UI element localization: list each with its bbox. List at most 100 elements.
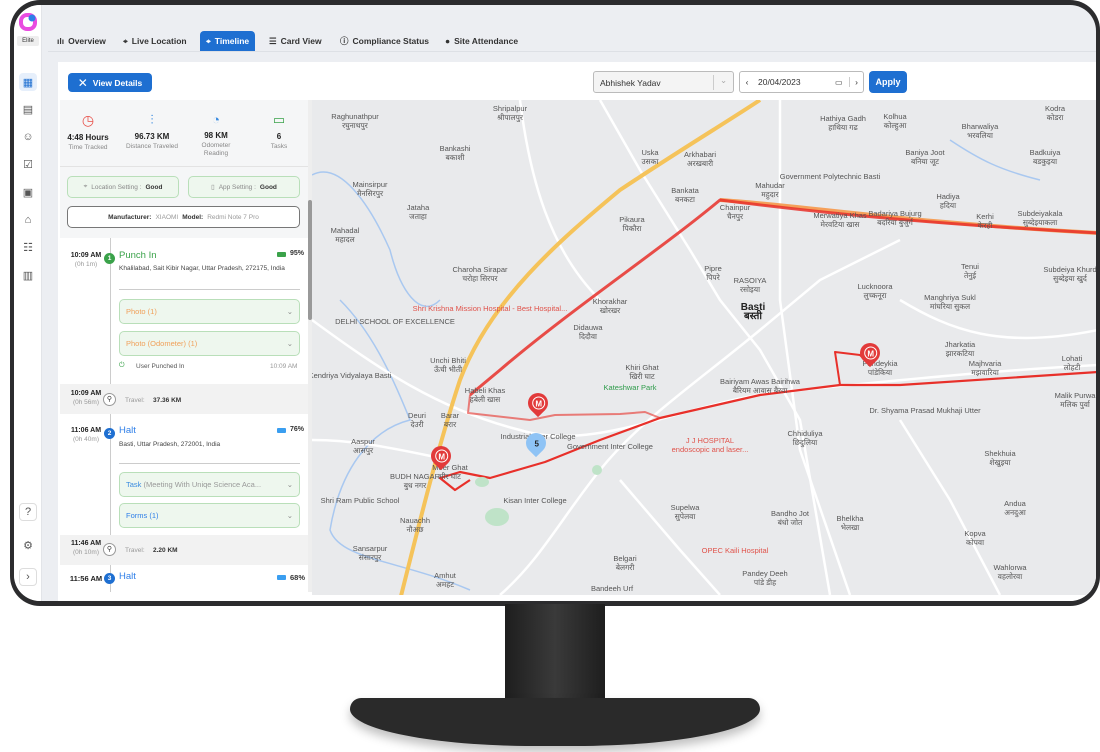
location-setting-status: ⌖ Location Setting : Good xyxy=(67,176,179,198)
travel-label: Travel: xyxy=(125,547,145,554)
event-title: Punch In xyxy=(119,250,157,261)
stat-odometer: ◔ 98 KM Odometer Reading xyxy=(186,112,246,158)
chevron-down-icon: ⌄ xyxy=(286,511,293,520)
place-label: OPEC Kaili Hospital xyxy=(701,546,769,555)
forms-accordion[interactable]: Forms (1) ⌄ xyxy=(119,503,300,528)
tab-compliance-status[interactable]: ⓘ Compliance Status xyxy=(334,31,435,51)
place-label: Shripalpur श्रीपालपुर xyxy=(492,104,528,122)
place-label: Khorakhar खोरखर xyxy=(592,297,628,315)
bike-icon: ⚲ xyxy=(103,393,116,406)
location-pin-icon: ⌖ xyxy=(123,35,128,46)
tab-live-location[interactable]: ⌖ Live Location xyxy=(117,31,193,51)
travel-distance: 37.36 KM xyxy=(153,397,182,404)
place-label: Amhut अमहट xyxy=(434,571,456,589)
date-input[interactable]: 20/04/2023 xyxy=(754,77,835,87)
place-label: Arkhabari अरखबारी xyxy=(683,150,717,168)
tab-site-attendance[interactable]: ● Site Attendance xyxy=(439,31,524,51)
photo-accordion[interactable]: Photo (1) ⌄ xyxy=(119,299,300,324)
chevron-down-icon: ⌄ xyxy=(286,339,293,348)
place-label: Chainpur चैनपुर xyxy=(719,203,751,221)
event-title: Halt xyxy=(119,425,136,436)
place-label: Pandey Deeh पांडे डीह xyxy=(742,569,788,587)
stat-tasks: ▭ 6 Tasks xyxy=(249,112,309,151)
task-accordion[interactable]: Task (Meeting With Uniqe Science Aca... ⌄ xyxy=(119,472,300,497)
event-number: 3 xyxy=(104,573,115,584)
place-label: Raghunathpur रघुनाथपुर xyxy=(331,112,379,130)
place-label: Dr. Shyama Prasad Mukhaji Utter xyxy=(869,406,981,415)
place-label: Pikaura पिकौरा xyxy=(619,215,645,233)
checklist-icon[interactable]: ☑ xyxy=(19,155,37,173)
place-label: Shri Ram Public School xyxy=(320,496,400,505)
place-label: Nauachh नौअछ xyxy=(399,516,431,534)
place-label: Badkuiya बडकुइया xyxy=(1029,148,1061,166)
place-label: Hathiya Gadh हाथिया गढ xyxy=(820,114,866,132)
place-label: Bharwaliya भरवलिया xyxy=(961,122,999,140)
tab-overview[interactable]: ılı Overview xyxy=(51,31,112,51)
info-icon: ⓘ xyxy=(340,36,349,46)
chevron-down-icon: ⌄ xyxy=(286,480,293,489)
place-label: Bhelkha भेलखा xyxy=(836,514,864,532)
place-label: Badariya Bujurg बदरिया बुजुर्ग xyxy=(868,209,922,227)
apply-button[interactable]: Apply xyxy=(869,71,907,93)
team-icon[interactable]: ☷ xyxy=(19,238,37,256)
monitor-stand xyxy=(505,604,605,704)
tab-timeline[interactable]: ⌖ Timeline xyxy=(200,31,256,51)
place-label: Tenui तेनुई xyxy=(961,262,979,280)
place-label: Habeli Khas हबेली खास xyxy=(464,386,506,404)
place-label: Jharkatia झारकटिया xyxy=(944,340,976,358)
briefcase-icon: ▭ xyxy=(272,112,286,127)
device-info: Manufacturer: XIAOMI Model: Redmi Note 7 Pr… xyxy=(67,206,300,228)
place-label: Shekhuia शेखुइया xyxy=(984,449,1016,467)
place-label: Kolhua कोल्हुआ xyxy=(883,112,907,130)
document-icon[interactable]: ▥ xyxy=(19,266,37,284)
event-number: 2 xyxy=(104,428,115,439)
travel-label: Travel: xyxy=(125,397,145,404)
calendar-icon[interactable]: ▭ xyxy=(835,78,849,87)
place-label: DELHI SCHOOL OF EXCELLENCE xyxy=(335,317,455,326)
employee-select[interactable]: Abhishek Yadav ⌄ xyxy=(593,71,734,93)
battery-level: 76% xyxy=(290,426,305,433)
place-label: Basti बस्ती xyxy=(740,302,766,322)
place-label: Deuri देउरी xyxy=(408,411,426,429)
place-label: Aaspur आसपुर xyxy=(351,437,375,455)
place-label: Bairiyam Awas Bairihwa बैरियम आवास बैरवा xyxy=(720,377,800,395)
calendar-icon[interactable]: ▤ xyxy=(19,100,37,118)
place-label: Majhvaria मझवारिया xyxy=(968,359,1002,377)
date-picker[interactable]: ‹ 20/04/2023 ▭ › xyxy=(739,71,864,93)
next-date-icon[interactable]: › xyxy=(849,77,863,87)
dashboard-icon[interactable]: ▦ xyxy=(19,73,37,91)
place-label: Belgari बेलगरी xyxy=(613,554,637,572)
report-icon[interactable]: ▣ xyxy=(19,183,37,201)
help-icon[interactable]: ? xyxy=(19,503,37,521)
status-text: User Punched In xyxy=(136,363,185,370)
tabs-divider xyxy=(48,51,1096,52)
settings-icon[interactable]: ⚙ xyxy=(19,536,37,554)
view-details-button[interactable]: ✕ View Details xyxy=(68,73,152,92)
place-label: Pipre पिपरे xyxy=(704,264,722,282)
place-label: Lucknoora लुच्कनूरा xyxy=(857,282,893,300)
event-time: 11:06 AM (0h 40m) xyxy=(70,427,102,443)
user-icon[interactable]: ☺ xyxy=(19,128,37,146)
odometer-photo-accordion[interactable]: Photo (Odometer) (1) ⌄ xyxy=(119,331,300,356)
place-label: Mahudar महुदार xyxy=(755,181,785,199)
tab-card-view[interactable]: ☰ Card View xyxy=(263,31,328,51)
screen: Elite ▦ ▤ ☺ ☑ ▣ ⌂ ☷ ▥ ? ⚙ › ılı Overview … xyxy=(14,5,1096,601)
card-icon: ☰ xyxy=(269,35,277,46)
battery-level: 68% xyxy=(290,573,306,582)
place-label: Bankata बनकटा xyxy=(671,186,699,204)
bar-chart-icon: ılı xyxy=(57,36,65,46)
bank-icon[interactable]: ⌂ xyxy=(19,211,37,229)
place-label: Kendriya Vidyalaya Basti xyxy=(312,371,392,380)
punch-in-icon: ⏻ xyxy=(119,362,125,369)
map[interactable]: Raghunathpur रघुनाथपुर Shripalpur श्रीपालपु… xyxy=(312,100,1096,595)
prev-date-icon[interactable]: ‹ xyxy=(740,77,754,87)
travel-distance: 2.20 KM xyxy=(153,547,178,554)
place-label: Kopva कोपवा xyxy=(964,529,986,547)
place-label: Government Inter College xyxy=(567,442,653,451)
place-label: Mainsirpur मैनसिरपुर xyxy=(352,180,388,198)
highway-28 xyxy=(399,100,762,595)
expand-icon[interactable]: › xyxy=(19,568,37,586)
place-label: Didauwa दिदौवा xyxy=(573,323,603,341)
battery-level: 95% xyxy=(290,250,305,257)
place-label: Mahadal महादल xyxy=(330,226,360,244)
